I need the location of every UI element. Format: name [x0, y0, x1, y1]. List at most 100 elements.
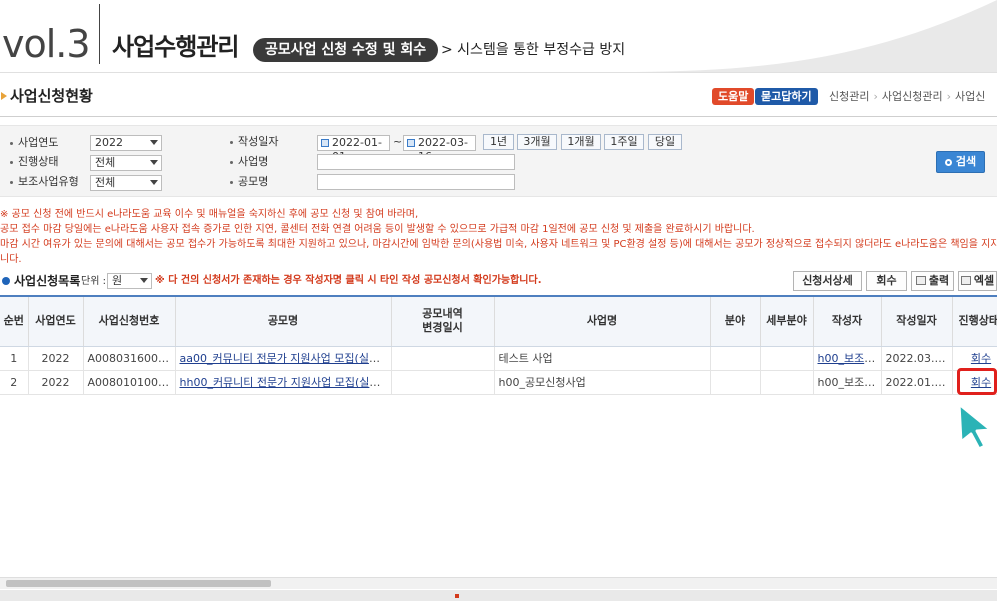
column-header[interactable]: 분야 — [710, 297, 761, 347]
application-detail-button[interactable]: 신청서상세 — [793, 271, 862, 291]
breadcrumb-separator-icon: › — [873, 90, 878, 103]
year-label: 사업연도 — [10, 135, 58, 151]
biz-name-input[interactable] — [317, 154, 515, 170]
cell-no: 1 — [0, 346, 29, 371]
column-header[interactable]: 사업연도 — [28, 297, 84, 347]
chevron-down-icon — [140, 278, 148, 283]
subsidy-type-label: 보조사업유형 — [10, 174, 79, 190]
cell-biz: h00_공모신청사업 — [494, 370, 711, 395]
breadcrumb-separator-icon: › — [946, 90, 952, 103]
banner-decoration — [620, 0, 997, 72]
cell-writer: h00_보조사업자 — [813, 370, 882, 395]
status-label: 진행상태 — [10, 154, 58, 170]
title-arrow-icon — [1, 92, 7, 100]
column-header[interactable]: 공모내역 변경일시 — [391, 297, 495, 347]
cell-status: 회수 — [952, 346, 997, 371]
calendar-icon[interactable] — [321, 139, 329, 147]
column-header[interactable]: 공모명 — [175, 297, 392, 347]
page-title-text: 사업신청현황 — [10, 87, 93, 105]
cell-date: 2022.03.16 — [881, 346, 953, 371]
banner-title: 사업수행관리 — [112, 33, 239, 61]
chevron-down-icon — [150, 140, 158, 145]
cell-app-no: A0080101000800 — [83, 370, 176, 395]
cell-subfield — [760, 370, 814, 395]
period-today-button[interactable]: 당일 — [648, 134, 682, 150]
breadcrumb: 신청관리 › 사업신청관리 › 사업신 — [829, 89, 985, 105]
contest-name-label: 공모명 — [230, 174, 268, 190]
faq-button[interactable]: 묻고답하기 — [755, 88, 818, 105]
printer-icon — [915, 276, 926, 285]
contest-link[interactable]: hh00_커뮤니티 전문가 지원사업 모집(실습용공모) — [180, 376, 391, 389]
period-1year-button[interactable]: 1년 — [483, 134, 514, 150]
header-divider — [0, 116, 997, 117]
year-select[interactable]: 2022 — [90, 135, 162, 151]
notice-line: ※ 공모 신청 전에 반드시 e나라도움 교육 이수 및 매뉴얼을 숙지하신 후… — [0, 209, 419, 220]
cell-date: 2022.01.01 — [881, 370, 953, 395]
notice-line: 마감 시간 여유가 있는 문의에 대해서는 공모 접수가 가능하도록 최대한 지… — [0, 239, 997, 250]
highlight-box — [957, 368, 997, 395]
cell-no: 2 — [0, 370, 29, 395]
search-icon — [944, 159, 952, 166]
writer-link[interactable]: h00_보조사업자 — [818, 352, 881, 365]
calendar-icon[interactable] — [407, 139, 415, 147]
biz-name-label: 사업명 — [230, 154, 268, 170]
cell-changed — [391, 346, 495, 371]
scrollbar-thumb[interactable] — [6, 580, 271, 587]
pointer-cursor-icon — [957, 402, 993, 450]
subsidy-type-select[interactable]: 전체 — [90, 175, 162, 191]
breadcrumb-item[interactable]: 신청관리 — [829, 90, 869, 103]
banner-topic-pill: 공모사업 신청 수정 및 회수 — [253, 38, 439, 62]
column-header[interactable]: 사업신청번호 — [83, 297, 176, 347]
marker-icon — [455, 594, 459, 598]
date-to-input[interactable]: 2022-03-16 — [403, 135, 476, 163]
tutorial-banner: vol.3 사업수행관리 공모사업 신청 수정 및 회수 > 시스템을 통한 부… — [0, 0, 997, 72]
table-row[interactable]: 2 2022 A0080101000800 hh00_커뮤니티 전문가 지원사업… — [0, 370, 997, 395]
breadcrumb-item[interactable]: 사업신 — [955, 90, 985, 103]
horizontal-scrollbar[interactable] — [0, 577, 997, 589]
status-select[interactable]: 전체 — [90, 155, 162, 171]
volume-label: vol.3 — [2, 22, 91, 66]
unit-label: 단위 : — [81, 276, 106, 287]
period-1month-button[interactable]: 1개월 — [561, 134, 601, 150]
withdraw-button[interactable]: 회수 — [866, 271, 907, 291]
column-header[interactable]: 사업명 — [494, 297, 711, 347]
bottom-strip — [0, 590, 997, 601]
contest-name-input[interactable] — [317, 174, 515, 190]
cell-year: 2022 — [28, 370, 84, 395]
column-header[interactable]: 진행상태 — [952, 297, 997, 347]
date-label: 작성일자 — [230, 134, 278, 150]
period-1week-button[interactable]: 1주일 — [604, 134, 644, 150]
search-button[interactable]: 검색 — [936, 151, 985, 173]
date-range-tilde: ~ — [393, 135, 403, 148]
chevron-down-icon — [150, 160, 158, 165]
notice-line: 공모 접수 마감 당일에는 e나라도움 사용자 접속 증가로 인한 지연, 콜센… — [0, 224, 755, 235]
cell-field — [710, 370, 761, 395]
list-title: 사업신청목록 — [2, 273, 80, 289]
breadcrumb-item[interactable]: 사업신청관리 — [882, 90, 943, 103]
page-header: 사업신청현황 도움말 묻고답하기 신청관리 › 사업신청관리 › 사업신 — [0, 84, 997, 108]
grid-header-row: 순번 사업연도 사업신청번호 공모명 공모내역 변경일시 사업명 분야 세부분야… — [0, 297, 997, 347]
cell-year: 2022 — [28, 346, 84, 371]
contest-link[interactable]: aa00_커뮤니티 전문가 지원사업 모집(실습용공모) — [180, 352, 391, 365]
cell-contest: hh00_커뮤니티 전문가 지원사업 모집(실습용공모) — [175, 370, 392, 395]
banner-divider — [99, 4, 100, 64]
status-link[interactable]: 회수 — [971, 352, 991, 365]
column-header[interactable]: 세부분야 — [760, 297, 814, 347]
bullet-icon — [2, 277, 10, 285]
date-from-input[interactable]: 2022-01-01 — [317, 135, 390, 163]
column-header[interactable]: 순번 — [0, 297, 29, 347]
cell-changed — [391, 370, 495, 395]
cell-subfield — [760, 346, 814, 371]
help-button[interactable]: 도움말 — [712, 88, 755, 105]
excel-button[interactable]: 엑셀 — [958, 271, 997, 291]
table-row[interactable]: 1 2022 A0080316000008 aa00_커뮤니티 전문가 지원사업… — [0, 346, 997, 371]
list-note: ※ 다 건의 신청서가 존재하는 경우 작성자명 클릭 시 타인 작성 공모신청… — [155, 275, 542, 286]
column-header[interactable]: 작성자 — [813, 297, 882, 347]
print-button[interactable]: 출력 — [911, 271, 954, 291]
page-title: 사업신청현황 — [1, 86, 93, 106]
column-header[interactable]: 작성일자 — [881, 297, 953, 347]
chevron-down-icon — [150, 180, 158, 185]
cell-writer: h00_보조사업자 — [813, 346, 882, 371]
unit-select[interactable]: 원 — [107, 273, 152, 289]
period-3month-button[interactable]: 3개월 — [517, 134, 557, 150]
